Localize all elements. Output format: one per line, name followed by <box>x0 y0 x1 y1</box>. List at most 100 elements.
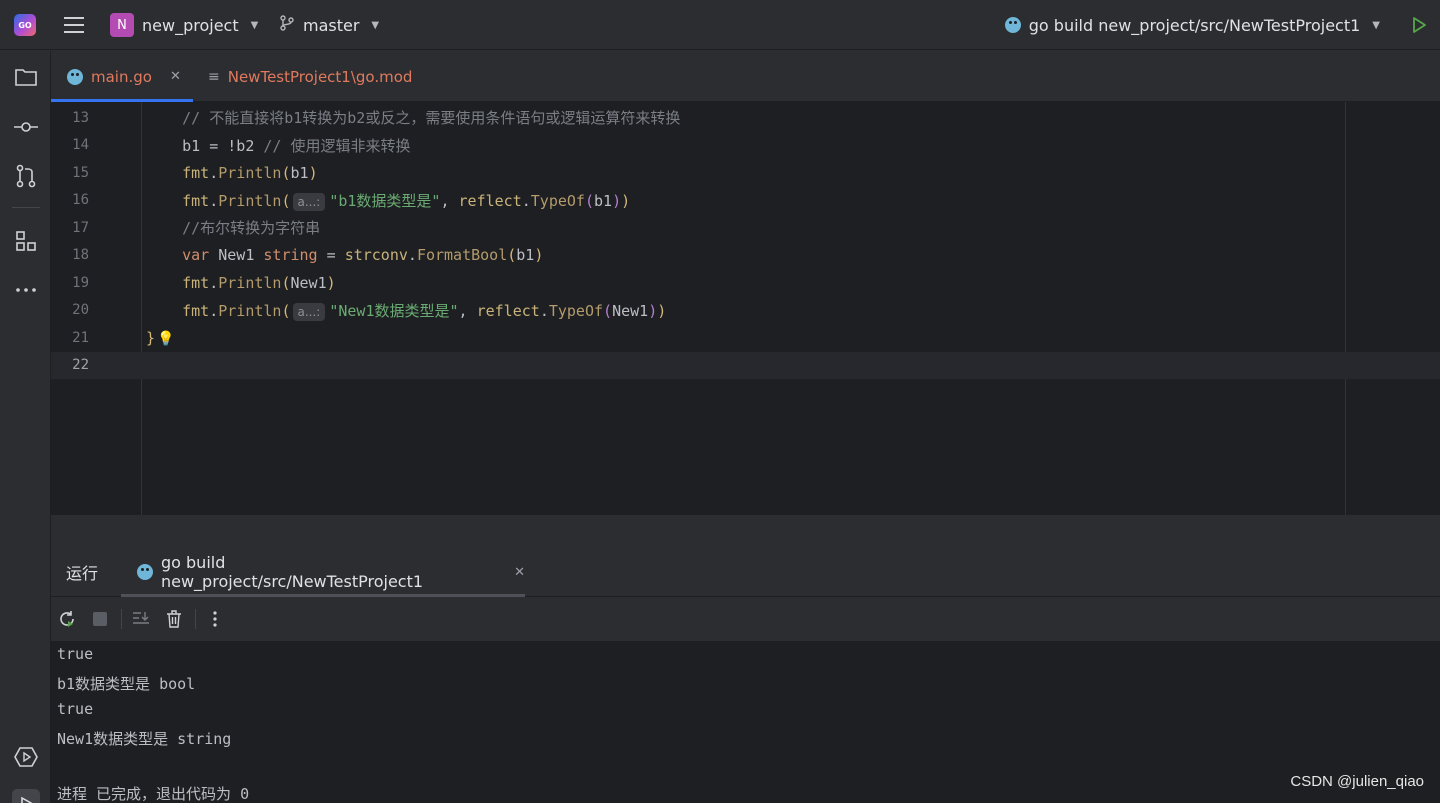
main-menu-icon[interactable] <box>62 0 86 50</box>
code-line[interactable]: 15 fmt.Println(b1) <box>51 159 1440 187</box>
code-line[interactable]: 19 fmt.Println(New1) <box>51 269 1440 297</box>
code-token: . <box>539 301 549 320</box>
code-token: , <box>440 191 459 210</box>
code-token: strconv <box>344 246 408 265</box>
code-text: fmt.Println(a...: "b1数据类型是", reflect.Type… <box>146 190 630 211</box>
code-text: fmt.Println(b1) <box>146 163 317 182</box>
run-console-output[interactable]: true b1数据类型是 bool true New1数据类型是 string 进程 已… <box>51 641 1440 803</box>
code-token: New1 <box>612 301 649 320</box>
code-token: // 不能直接将b1转换为b2或反之，需要使用条件语句或逻辑运算符来转换 <box>146 109 681 128</box>
stop-icon[interactable] <box>88 607 112 631</box>
code-token: TypeOf <box>548 301 604 320</box>
code-token: fmt <box>146 163 210 182</box>
code-token: . <box>407 246 417 265</box>
code-line[interactable]: 20 fmt.Println(a...: "New1数据类型是", reflect… <box>51 297 1440 325</box>
console-line: true <box>57 645 94 663</box>
line-number: 15 <box>72 164 89 181</box>
branch-selector[interactable]: master ▼ <box>279 0 379 50</box>
project-badge: N <box>110 13 134 37</box>
code-token: b1 = !b2 <box>146 136 264 155</box>
more-tools-icon[interactable] <box>12 276 40 304</box>
git-branch-icon <box>279 15 295 35</box>
run-play-icon[interactable] <box>1410 0 1428 50</box>
code-token: //布尔转换为字符串 <box>146 219 321 238</box>
code-token: reflect <box>458 191 522 210</box>
code-token: fmt <box>146 301 210 320</box>
scroll-to-end-icon[interactable] <box>129 607 153 631</box>
run-panel-header: 运行 go build new_project/src/NewTestProje… <box>51 547 1440 597</box>
line-number: 13 <box>72 109 89 126</box>
code-text: b1 = !b2 // 使用逻辑非来转换 <box>146 135 411 156</box>
line-number: 22 <box>72 357 89 374</box>
code-token: b1 <box>516 246 535 265</box>
code-line[interactable]: 22 <box>51 351 1440 379</box>
code-token: ) <box>326 273 336 292</box>
code-token: fmt <box>146 273 210 292</box>
structure-icon[interactable] <box>12 227 40 255</box>
chevron-down-icon: ▼ <box>371 19 380 31</box>
services-icon[interactable] <box>12 743 40 771</box>
chevron-down-icon: ▼ <box>250 19 259 31</box>
lightbulb-icon[interactable]: 💡 <box>157 331 174 347</box>
line-number: 21 <box>72 329 89 346</box>
code-line[interactable]: 18 var New1 string = strconv.FormatBool(… <box>51 242 1440 270</box>
parameter-hint: a...: <box>292 192 326 211</box>
editor-tab-bar: main.go ✕ ≡ NewTestProject1\go.mod <box>51 51 1440 102</box>
code-text: //布尔转换为字符串 <box>146 217 320 238</box>
code-token: ( <box>281 273 291 292</box>
code-token: New1 <box>218 246 264 265</box>
code-token: = <box>317 246 345 265</box>
editor-bottom-spacer <box>51 515 1440 547</box>
code-token: var <box>146 246 219 265</box>
go-gopher-icon <box>1004 17 1021 33</box>
go-file-icon <box>67 68 83 85</box>
clear-trash-icon[interactable] <box>162 607 186 631</box>
run-configuration-label: go build new_project/src/NewTestProject1 <box>1028 15 1361 35</box>
code-token: Println <box>218 163 282 182</box>
tab-go-mod[interactable]: ≡ NewTestProject1\go.mod <box>208 51 412 102</box>
code-token: reflect <box>476 301 540 320</box>
run-tab[interactable]: go build new_project/src/NewTestProject1… <box>121 547 525 597</box>
code-token: ) <box>648 301 658 320</box>
close-icon[interactable]: ✕ <box>514 565 525 580</box>
project-name: new_project <box>142 15 239 35</box>
pull-requests-icon[interactable] <box>12 162 40 190</box>
code-line[interactable]: 14 b1 = !b2 // 使用逻辑非来转换 <box>51 132 1440 160</box>
goland-logo-icon[interactable]: GO <box>14 0 36 50</box>
code-token: ) <box>534 246 544 265</box>
project-selector[interactable]: N new_project ▼ <box>110 0 258 50</box>
commit-icon[interactable] <box>12 113 40 141</box>
code-editor[interactable]: 13 // 不能直接将b1转换为b2或反之，需要使用条件语句或逻辑运算符来转换 1… <box>51 102 1440 515</box>
code-token: ( <box>281 163 291 182</box>
close-icon[interactable]: ✕ <box>170 69 181 84</box>
code-line[interactable]: 17 //布尔转换为字符串 <box>51 214 1440 242</box>
code-line[interactable]: 13 // 不能直接将b1转换为b2或反之，需要使用条件语句或逻辑运算符来转换 <box>51 104 1440 132</box>
run-tool-window-icon[interactable] <box>12 789 40 803</box>
code-token: Println <box>218 191 282 210</box>
code-token: // 使用逻辑非来转换 <box>263 136 411 155</box>
tab-label: NewTestProject1\go.mod <box>227 67 413 86</box>
code-token: ( <box>281 191 291 210</box>
code-token: Println <box>218 273 282 292</box>
left-tool-strip <box>0 51 51 803</box>
run-panel-title: 运行 <box>66 564 99 583</box>
line-number: 19 <box>72 274 89 291</box>
code-text: var New1 string = strconv.FormatBool(b1) <box>146 246 543 264</box>
rerun-icon[interactable] <box>55 607 79 631</box>
code-line[interactable]: 21} 💡 <box>51 324 1440 352</box>
code-text: fmt.Println(New1) <box>146 274 336 292</box>
line-number: 18 <box>72 247 89 264</box>
run-toolbar <box>51 597 1440 641</box>
code-token: b1 <box>290 163 309 182</box>
console-line: true <box>57 700 94 718</box>
code-token: ) <box>657 301 667 320</box>
tab-main-go[interactable]: main.go ✕ <box>51 51 193 102</box>
run-configuration-selector[interactable]: go build new_project/src/NewTestProject1… <box>1004 0 1380 50</box>
line-number: 17 <box>72 219 89 236</box>
code-token: TypeOf <box>530 191 585 210</box>
toolbar-divider <box>195 609 196 629</box>
code-line[interactable]: 16 fmt.Println(a...: "b1数据类型是", reflect.T… <box>51 187 1440 215</box>
code-token: . <box>209 191 219 210</box>
project-folder-icon[interactable] <box>12 63 40 91</box>
more-options-icon[interactable] <box>203 607 227 631</box>
